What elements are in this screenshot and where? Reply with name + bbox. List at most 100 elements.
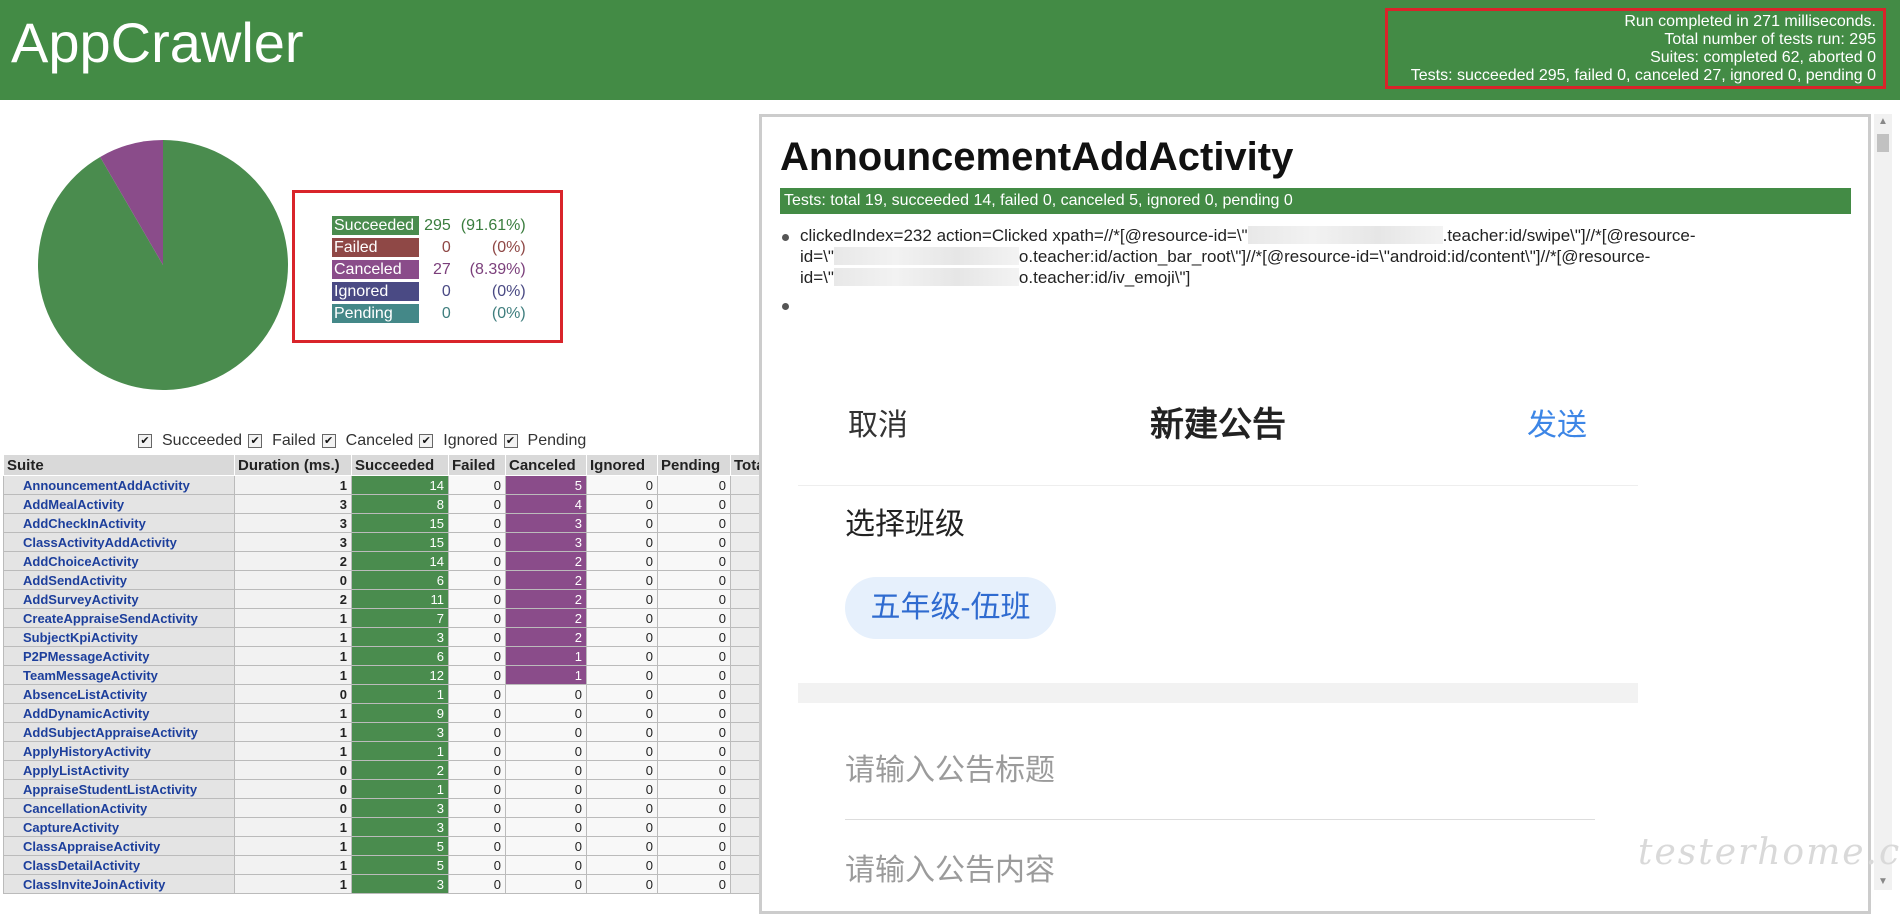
checkbox-icon[interactable]: ✔ [419,434,434,448]
detail-stats: Tests: total 19, succeeded 14, failed 0,… [780,188,1851,214]
table-row: AppraiseStudentListActivity0100001 [3,779,782,799]
failed-cell: 0 [448,570,506,590]
pending-cell: 0 [657,570,731,590]
legend-table: Succeeded 295 (91.61%) Failed 0 (0%) Canceled 2… [332,213,531,326]
pending-cell: 0 [657,684,731,704]
suite-link[interactable]: CaptureActivity [3,817,235,837]
filter-ignored[interactable]: ✔ Ignored [419,432,498,450]
column-header[interactable]: Canceled [505,454,587,476]
ignored-cell: 0 [586,646,658,666]
failed-cell: 0 [448,836,506,856]
filter-failed[interactable]: ✔ Failed [248,432,316,450]
failed-cell: 0 [448,494,506,514]
pending-cell: 0 [657,874,731,894]
checkbox-icon[interactable]: ✔ [248,434,263,448]
column-header[interactable]: Ignored [586,454,658,476]
succeeded-cell: 2 [351,760,449,780]
duration-cell: 1 [234,836,352,856]
suite-link[interactable]: AddMealActivity [3,494,235,514]
suite-link[interactable]: AddSurveyActivity [3,589,235,609]
suite-link[interactable]: ApplyListActivity [3,760,235,780]
pending-cell: 0 [657,475,731,495]
checkbox-icon[interactable]: ✔ [503,434,518,448]
suite-link[interactable]: CancellationActivity [3,798,235,818]
filter-pending[interactable]: ✔ Pending [503,432,586,450]
succeeded-cell: 6 [351,570,449,590]
scroll-up-icon[interactable]: ▲ [1878,116,1888,127]
ignored-cell: 0 [586,532,658,552]
ignored-cell: 0 [586,855,658,875]
failed-cell: 0 [448,703,506,723]
canceled-cell: 1 [505,665,587,685]
table-row: ClassAppraiseActivity1500005 [3,836,782,856]
canceled-cell: 0 [505,684,587,704]
suite-link[interactable]: AddSendActivity [3,570,235,590]
detail-scrollbar[interactable]: ▲ ▼ [1874,114,1892,890]
canceled-cell: 2 [505,570,587,590]
duration-cell: 1 [234,874,352,894]
table-row: ClassActivityAddActivity315030018 [3,532,782,552]
screenshot-header: 取消 新建公告 发送 [798,365,1638,486]
canceled-cell: 0 [505,798,587,818]
ignored-cell: 0 [586,741,658,761]
duration-cell: 0 [234,760,352,780]
failed-cell: 0 [448,627,506,647]
canceled-cell: 0 [505,741,587,761]
duration-cell: 3 [234,494,352,514]
suite-link[interactable]: AddChoiceActivity [3,551,235,571]
canceled-cell: 3 [505,513,587,533]
redacted-block [833,268,1019,286]
suite-link[interactable]: ClassActivityAddActivity [3,532,235,552]
scroll-thumb[interactable] [1877,134,1889,152]
duration-cell: 0 [234,798,352,818]
failed-cell: 0 [448,665,506,685]
send-button[interactable]: 发送 [1527,400,1587,444]
column-header[interactable]: Suite [3,454,235,476]
succeeded-cell: 6 [351,646,449,666]
suite-link[interactable]: ClassDetailActivity [3,855,235,875]
suite-link[interactable]: AnnouncementAddActivity [3,475,235,495]
suite-link[interactable]: SubjectKpiActivity [3,627,235,647]
announcement-title-input[interactable]: 请输入公告标题 [845,745,1055,789]
table-row: ClassInviteJoinActivity1300003 [3,874,782,894]
column-header[interactable]: Failed [448,454,506,476]
suite-link[interactable]: AddSubjectAppraiseActivity [3,722,235,742]
failed-cell: 0 [448,684,506,704]
checkbox-icon[interactable]: ✔ [321,434,336,448]
legend-row: Pending 0 (0%) [332,304,531,323]
suite-link[interactable]: ClassAppraiseActivity [3,836,235,856]
checkbox-icon[interactable]: ✔ [138,434,152,448]
suite-link[interactable]: CreateAppraiseSendActivity [3,608,235,628]
failed-cell: 0 [448,798,506,818]
filter-succeeded[interactable]: ✔ Succeeded [138,432,242,450]
pending-cell: 0 [657,646,731,666]
ignored-cell: 0 [586,608,658,628]
field-divider [845,819,1595,820]
suite-link[interactable]: AppraiseStudentListActivity [3,779,235,799]
canceled-cell: 0 [505,817,587,837]
scroll-down-icon[interactable]: ▼ [1878,876,1888,887]
class-chip[interactable]: 五年级-伍班 [845,577,1056,639]
announcement-content-input[interactable]: 请输入公告内容 [845,845,1055,889]
suite-link[interactable]: P2PMessageActivity [3,646,235,666]
pending-cell: 0 [657,855,731,875]
suite-link[interactable]: ApplyHistoryActivity [3,741,235,761]
suite-link[interactable]: AddDynamicActivity [3,703,235,723]
column-header[interactable]: Duration (ms.) [234,454,352,476]
run-summary: Run completed in 271 milliseconds. Total… [1385,8,1886,89]
duration-cell: 2 [234,551,352,571]
ignored-cell: 0 [586,570,658,590]
legend-count: 295 [424,217,451,234]
column-header[interactable]: Pending [657,454,731,476]
suite-link[interactable]: AbsenceListActivity [3,684,235,704]
suite-link[interactable]: AddCheckInActivity [3,513,235,533]
table-row: CreateAppraiseSendActivity1702009 [3,608,782,628]
filter-canceled[interactable]: ✔ Canceled [321,432,413,450]
suite-link[interactable]: TeamMessageActivity [3,665,235,685]
pending-cell: 0 [657,589,731,609]
suite-link[interactable]: ClassInviteJoinActivity [3,874,235,894]
canceled-cell: 5 [505,475,587,495]
column-header[interactable]: Succeeded [351,454,449,476]
ignored-cell: 0 [586,722,658,742]
duration-cell: 3 [234,513,352,533]
